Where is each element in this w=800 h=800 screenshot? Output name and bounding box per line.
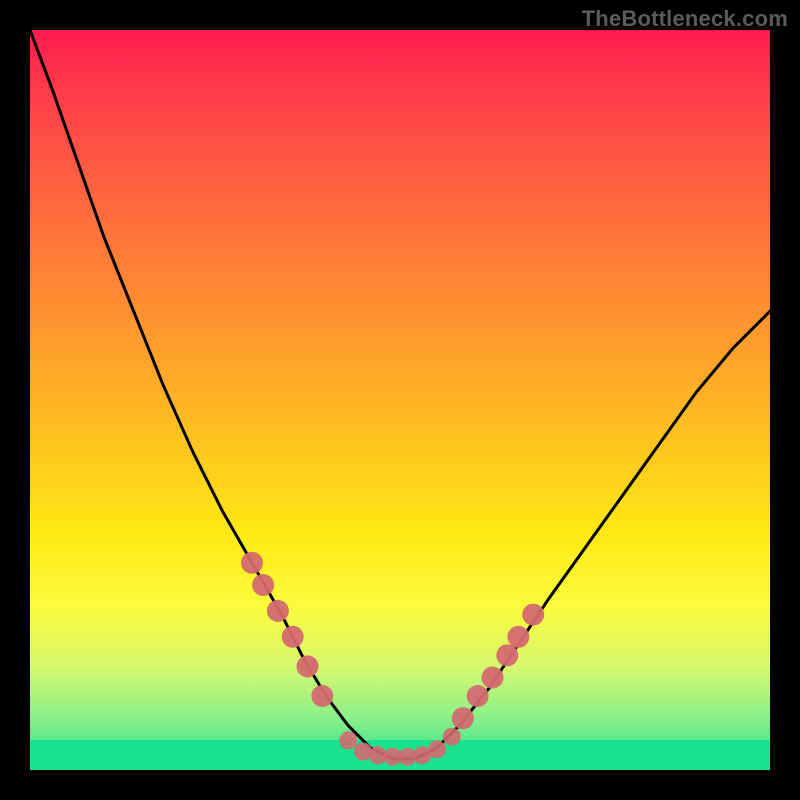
marker-dot bbox=[311, 685, 333, 707]
marker-dot bbox=[482, 667, 504, 689]
marker-dot bbox=[522, 604, 544, 626]
bottleneck-curve bbox=[30, 30, 770, 759]
marker-dot bbox=[496, 644, 518, 666]
watermark-text: TheBottleneck.com bbox=[582, 6, 788, 32]
marker-dot bbox=[339, 731, 357, 749]
marker-dot bbox=[267, 600, 289, 622]
marker-dot bbox=[241, 552, 263, 574]
marker-dot bbox=[443, 728, 461, 746]
marker-dot bbox=[297, 655, 319, 677]
marker-dot bbox=[282, 626, 304, 648]
marker-dot bbox=[252, 574, 274, 596]
marker-dot bbox=[507, 626, 529, 648]
marker-dot bbox=[428, 740, 446, 758]
marker-dot bbox=[452, 707, 474, 729]
highlight-markers bbox=[241, 552, 544, 766]
chart-frame: TheBottleneck.com bbox=[0, 0, 800, 800]
plot-area bbox=[30, 30, 770, 770]
marker-dot bbox=[467, 685, 489, 707]
curve-layer bbox=[30, 30, 770, 770]
